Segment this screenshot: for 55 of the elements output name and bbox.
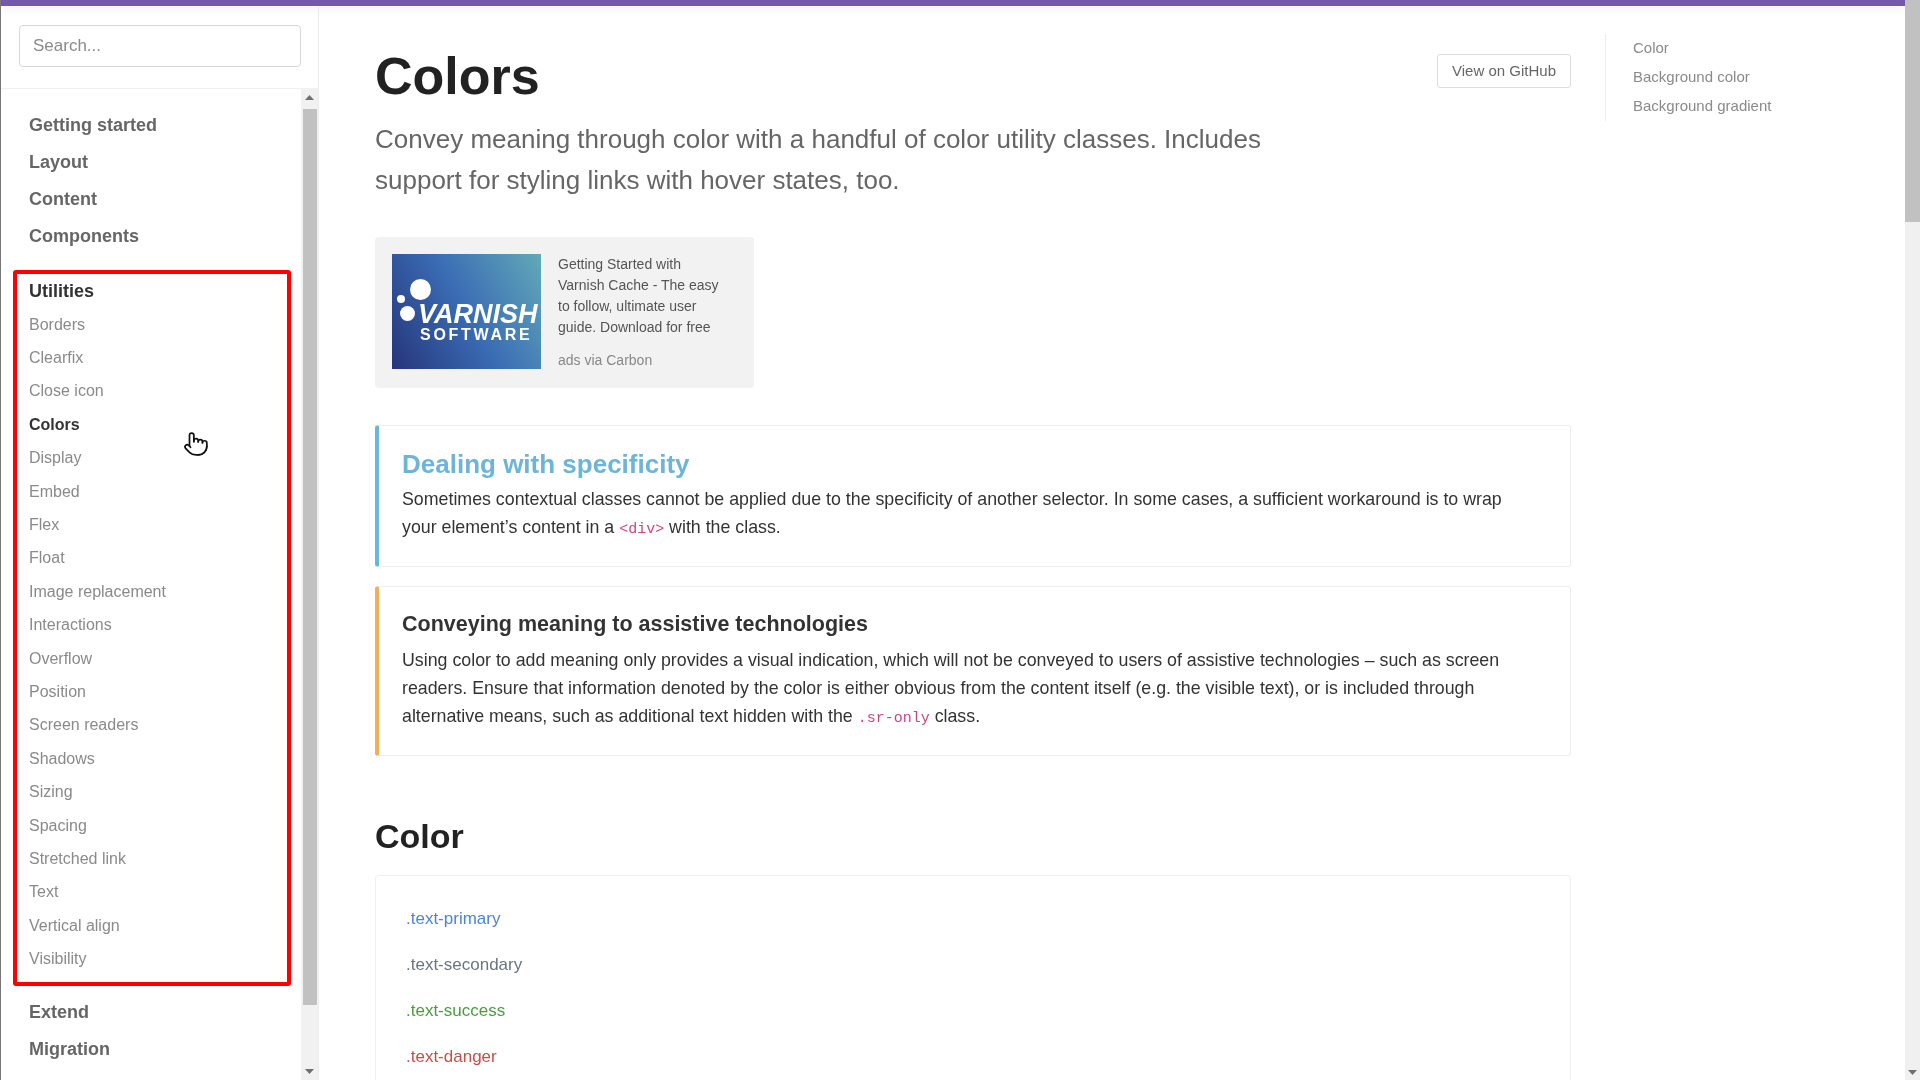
sidebar-item[interactable]: Shadows <box>29 742 95 776</box>
sidebar-section-link[interactable]: Utilities <box>29 274 94 308</box>
sidebar-item[interactable]: Overflow <box>29 641 93 676</box>
scroll-up-arrow-icon[interactable] <box>305 95 314 100</box>
sidebar-section-link[interactable]: Components <box>29 218 139 255</box>
sidebar-item[interactable]: Flex <box>29 508 60 542</box>
sidebar-item[interactable]: Float <box>29 541 65 576</box>
search-field[interactable]: Search... <box>19 25 301 67</box>
view-on-github-button[interactable]: View on GitHub <box>1437 54 1571 88</box>
sidebar-item[interactable]: Sizing <box>29 775 73 809</box>
sidebar-item[interactable]: Colors <box>29 408 80 442</box>
sidebar-item[interactable]: Text <box>29 875 59 910</box>
color-example-text: .text-success <box>406 1000 506 1023</box>
sidebar-item[interactable]: Interactions <box>29 608 112 642</box>
scroll-down-arrow-icon[interactable] <box>305 1069 314 1074</box>
color-example-text: .text-secondary <box>406 954 523 977</box>
sidebar-section-link[interactable]: Layout <box>29 144 88 181</box>
toc-link[interactable]: Color <box>1633 34 1669 63</box>
ads-via-carbon-link[interactable]: ads via Carbon <box>558 350 653 371</box>
sidebar-section-link[interactable]: Getting started <box>29 107 157 144</box>
scroll-down-arrow-icon[interactable] <box>1908 1070 1917 1075</box>
sidebar-item[interactable]: Image replacement <box>29 575 166 609</box>
toc-link[interactable]: Background color <box>1633 63 1750 92</box>
color-example-text: .text-primary <box>406 908 501 931</box>
section-heading: Color <box>375 816 464 858</box>
logo-subtitle: SOFTWARE <box>420 326 533 345</box>
sidebar-item[interactable]: Spacing <box>29 808 87 843</box>
ad-text[interactable]: Getting Started with Varnish Cache - The easy to follow, ultimate user guide. Download for free <box>558 254 728 338</box>
callout-text: Sometimes contextual classes cannot be applied due to the specificity of another selector. In some cases, a sufficient workaround is to wrap your element’s content in a <div> with the class. <box>402 487 1503 540</box>
sidebar-item[interactable]: Position <box>29 675 86 709</box>
sidebar-item[interactable]: Vertical align <box>29 909 120 943</box>
sidebar-item[interactable]: Clearfix <box>29 341 84 375</box>
hand-cursor-icon <box>183 430 209 458</box>
sidebar-item[interactable]: Embed <box>29 474 80 509</box>
sidebar-item[interactable]: Borders <box>29 308 86 342</box>
sidebar-section-link[interactable]: Content <box>29 181 97 218</box>
page-title: Colors <box>375 46 540 107</box>
sidebar-item[interactable]: Stretched link <box>29 842 126 876</box>
scrollbar-thumb[interactable] <box>1905 0 1920 222</box>
sidebar-section-link[interactable]: Extend <box>29 993 89 1031</box>
sidebar-section-link[interactable]: Migration <box>29 1030 110 1068</box>
sidebar-item[interactable]: Close icon <box>29 374 104 409</box>
sidebar-item[interactable]: Display <box>29 441 82 475</box>
ad-logo[interactable]: VARNISH SOFTWARE <box>392 254 541 370</box>
page-lead-text: Convey meaning through color with a handful of color utility classes. Includes support for styling links with hover states, too. <box>375 123 1262 198</box>
callout-heading: Conveying meaning to assistive technologies <box>402 611 868 638</box>
callout-heading: Dealing with specificity <box>402 449 690 481</box>
scrollbar-thumb[interactable] <box>302 109 317 1005</box>
page-scrollbar[interactable] <box>1905 0 1920 1080</box>
toc-link[interactable]: Background gradient <box>1633 92 1772 121</box>
color-example-text: .text-danger <box>406 1046 497 1069</box>
sidebar-item[interactable]: Visibility <box>29 942 87 976</box>
sidebar-item[interactable]: Screen readers <box>29 708 139 743</box>
sidebar-scrollbar[interactable] <box>301 89 318 1080</box>
callout-text: Using color to add meaning only provides a visual indication, which will not be conveyed to users of assistive technologies – such as screen readers. Ensure that information denoted by the color is either obvious from the content itself (e.g. the visible text), or is included through alternative means, such as additional text hidden with the .sr-only class. <box>402 649 1501 730</box>
